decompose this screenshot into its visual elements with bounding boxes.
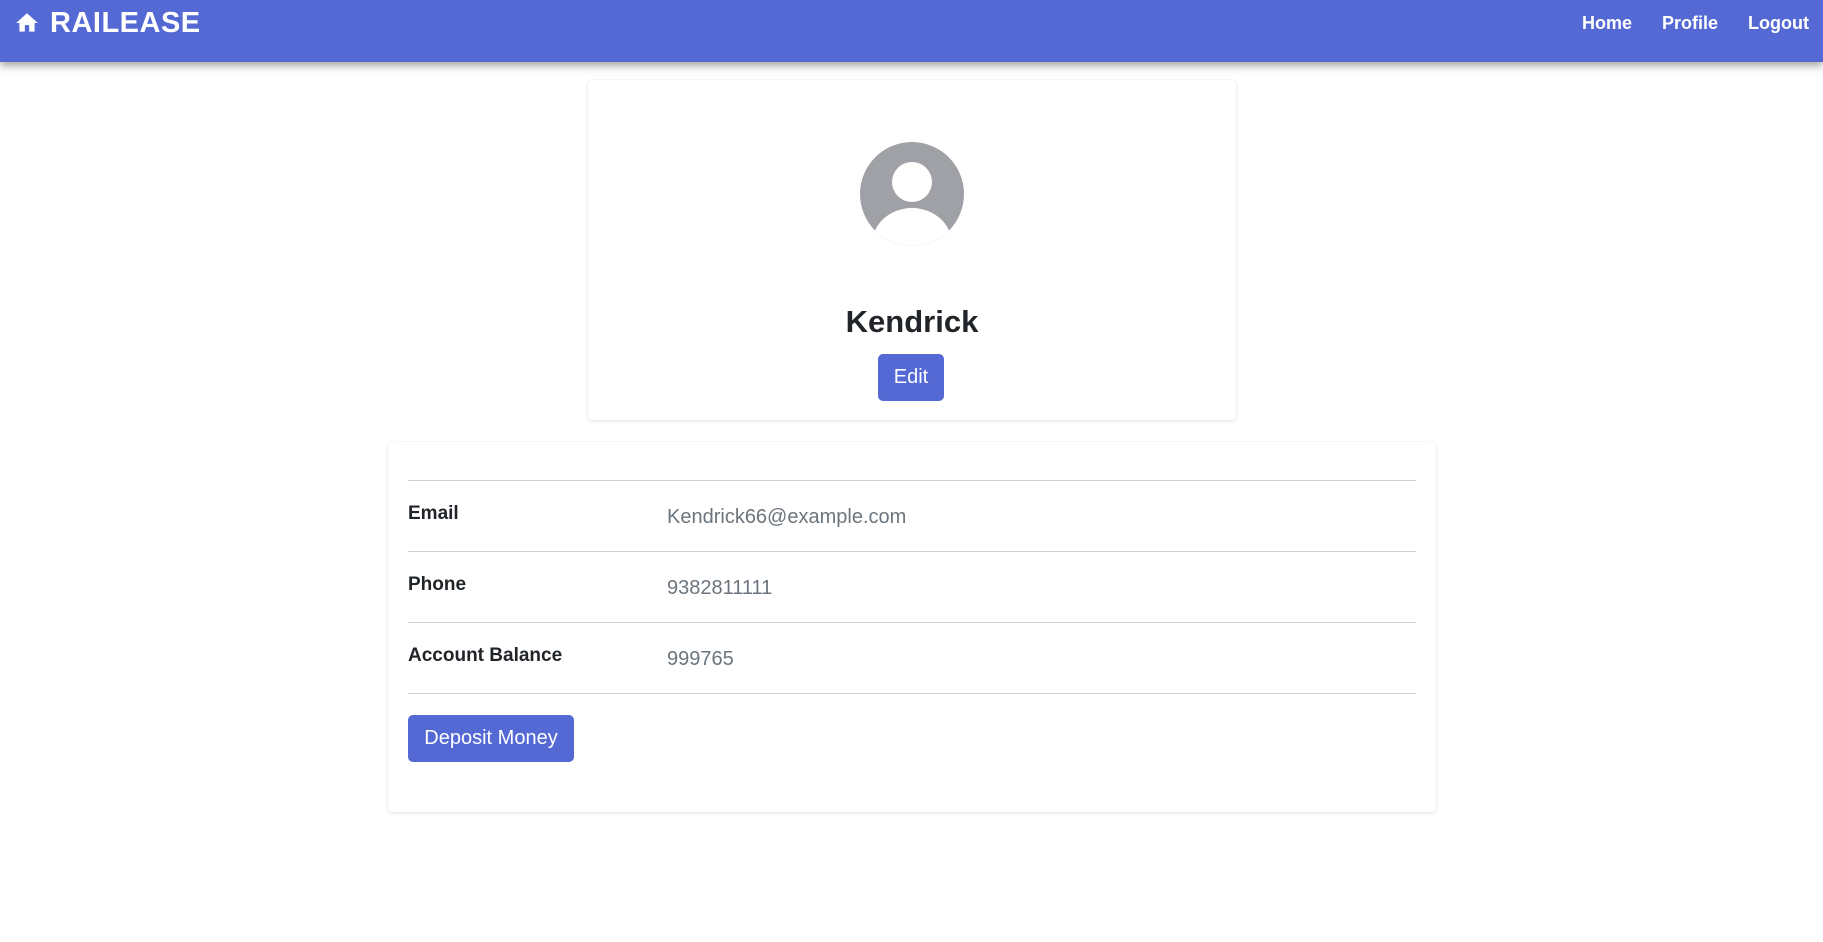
edit-profile-button[interactable]: Edit bbox=[878, 354, 944, 401]
home-icon bbox=[14, 10, 40, 36]
account-balance-value: 999765 bbox=[667, 648, 734, 670]
account-details-card: Email Kendrick66@example.com Phone 93828… bbox=[388, 442, 1436, 812]
phone-value: 9382811111 bbox=[667, 577, 773, 599]
nav-link-profile[interactable]: Profile bbox=[1662, 13, 1718, 34]
profile-card: Kendrick Edit bbox=[588, 80, 1236, 420]
brand-name: RAILEASE bbox=[50, 6, 201, 39]
detail-row-phone: Phone 9382811111 bbox=[408, 552, 1416, 623]
email-value: Kendrick66@example.com bbox=[667, 506, 907, 528]
account-balance-label: Account Balance bbox=[408, 645, 563, 666]
email-label: Email bbox=[408, 503, 459, 524]
deposit-money-button[interactable]: Deposit Money bbox=[408, 715, 574, 762]
brand-link[interactable]: RAILEASE bbox=[14, 3, 201, 43]
nav-links: Home Profile Logout bbox=[1552, 3, 1809, 43]
nav-link-home[interactable]: Home bbox=[1582, 13, 1632, 34]
detail-row-email: Email Kendrick66@example.com bbox=[408, 481, 1416, 552]
phone-label: Phone bbox=[408, 574, 467, 595]
nav-link-logout[interactable]: Logout bbox=[1748, 13, 1809, 34]
detail-row-balance: Account Balance 999765 bbox=[408, 623, 1416, 694]
user-avatar-icon bbox=[860, 142, 964, 246]
details-list: Email Kendrick66@example.com Phone 93828… bbox=[408, 480, 1416, 694]
top-navbar: RAILEASE Home Profile Logout bbox=[0, 0, 1823, 62]
profile-name: Kendrick bbox=[845, 304, 979, 339]
